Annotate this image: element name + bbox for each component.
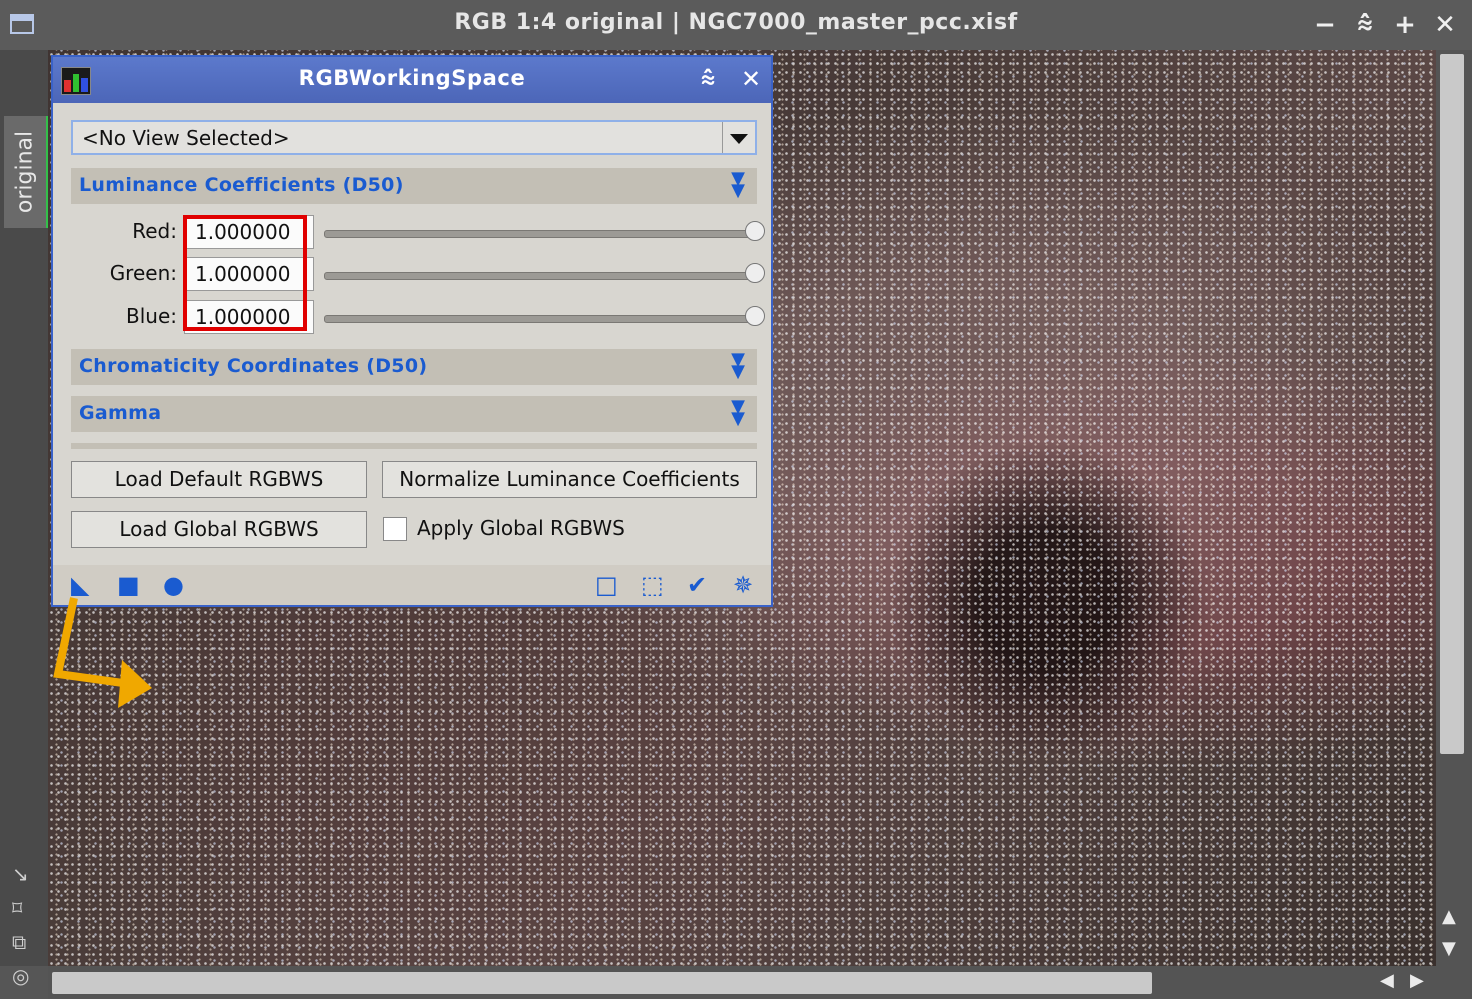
red-coef-slider[interactable] xyxy=(324,230,756,238)
collapse-icon[interactable]: ▼ ▼ xyxy=(731,351,745,381)
side-toolbar: ↘ ⌑ ⧉ ◎ xyxy=(12,862,29,988)
view-selector[interactable]: <No View Selected> xyxy=(71,120,757,155)
rgbworkingspace-dialog: RGBWorkingSpace ⩯ ✕ <No View Selected> L… xyxy=(51,55,773,607)
window-title: RGB 1:4 original | NGC7000_master_pcc.xi… xyxy=(454,10,1018,35)
collapse-icon[interactable]: ▼ ▼ xyxy=(731,398,745,428)
shade-icon[interactable]: ⩯ xyxy=(1352,8,1378,42)
maximize-icon[interactable]: + xyxy=(1392,8,1418,42)
divider xyxy=(71,443,757,449)
shade-dialog-icon[interactable]: ⩯ xyxy=(701,65,715,93)
highlight-box xyxy=(183,215,307,331)
reset-icon[interactable]: ⬚ xyxy=(641,573,664,597)
vertical-scrollbar[interactable]: ▲ ▼ xyxy=(1436,50,1472,966)
track-view-icon[interactable]: ✵ xyxy=(733,573,753,597)
view-selector-value: <No View Selected> xyxy=(82,126,290,150)
fit-icon[interactable]: ⌑ xyxy=(12,896,29,920)
resize-icon[interactable]: ↘ xyxy=(12,862,29,886)
collapse-icon[interactable]: ▼ ▼ xyxy=(731,170,745,200)
scroll-left-icon[interactable]: ◀ xyxy=(1380,970,1394,991)
horizontal-scroll-thumb[interactable] xyxy=(52,972,1152,994)
section-label: Chromaticity Coordinates (D50) xyxy=(79,355,428,377)
apply-global-label: Apply Global RGBWS xyxy=(417,516,625,540)
dialog-titlebar[interactable]: RGBWorkingSpace ⩯ ✕ xyxy=(53,57,771,103)
coef-row-blue: Blue: 1.000000 xyxy=(71,298,765,336)
load-global-button[interactable]: Load Global RGBWS xyxy=(71,511,367,548)
section-gamma[interactable]: Gamma ▼ ▼ xyxy=(71,396,757,432)
dialog-title: RGBWorkingSpace xyxy=(298,66,526,90)
section-label: Gamma xyxy=(79,402,162,424)
real-time-preview-icon[interactable]: ● xyxy=(163,573,184,597)
horizontal-scrollbar[interactable]: ◀ ▶ xyxy=(48,966,1472,999)
section-chromaticity[interactable]: Chromaticity Coordinates (D50) ▼ ▼ xyxy=(71,349,757,385)
annotation-arrow-icon xyxy=(53,597,152,708)
green-slider-handle[interactable] xyxy=(745,263,765,283)
green-coef-slider[interactable] xyxy=(324,272,756,280)
blue-slider-handle[interactable] xyxy=(745,306,765,326)
apply-icon[interactable]: ✔ xyxy=(687,573,707,597)
tab-label: original xyxy=(12,130,38,214)
tab-original[interactable]: original xyxy=(4,116,49,228)
apply-global-icon[interactable]: ■ xyxy=(117,573,140,597)
section-label: Luminance Coefficients (D50) xyxy=(79,174,404,196)
scroll-right-icon[interactable]: ▶ xyxy=(1410,970,1424,991)
red-slider-handle[interactable] xyxy=(745,221,765,241)
scroll-down-icon[interactable]: ▼ xyxy=(1442,938,1456,959)
minimize-icon[interactable]: − xyxy=(1312,8,1338,42)
load-default-button[interactable]: Load Default RGBWS xyxy=(71,461,367,498)
coef-label: Green: xyxy=(109,261,177,285)
apply-global-checkbox[interactable] xyxy=(383,517,407,541)
coef-label: Blue: xyxy=(126,304,177,328)
browse-docs-icon[interactable]: □ xyxy=(595,573,618,597)
close-dialog-icon[interactable]: ✕ xyxy=(741,65,761,93)
new-instance-icon[interactable]: ◣ xyxy=(71,573,89,597)
scroll-up-icon[interactable]: ▲ xyxy=(1442,906,1456,927)
close-icon[interactable]: ✕ xyxy=(1432,8,1458,42)
chevron-down-icon[interactable] xyxy=(722,122,755,153)
coef-label: Red: xyxy=(132,219,177,243)
blue-coef-slider[interactable] xyxy=(324,315,756,323)
clone-icon[interactable]: ⧉ xyxy=(12,930,29,954)
normalize-button[interactable]: Normalize Luminance Coefficients xyxy=(382,461,757,498)
coef-row-red: Red: 1.000000 xyxy=(71,213,765,251)
window-titlebar[interactable]: RGB 1:4 original | NGC7000_master_pcc.xi… xyxy=(0,0,1472,51)
preview-icon[interactable]: ◎ xyxy=(12,964,29,988)
coef-row-green: Green: 1.000000 xyxy=(71,255,765,293)
section-luminance[interactable]: Luminance Coefficients (D50) ▼ ▼ xyxy=(71,168,757,204)
vertical-scroll-thumb[interactable] xyxy=(1440,54,1464,754)
view-tab-strip: original xyxy=(0,50,49,966)
